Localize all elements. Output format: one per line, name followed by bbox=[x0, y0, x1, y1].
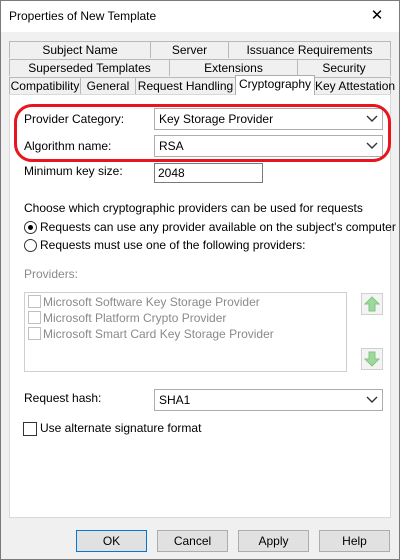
tab-issuance-requirements[interactable]: Issuance Requirements bbox=[228, 41, 391, 58]
tab-server[interactable]: Server bbox=[150, 41, 229, 58]
radio-any-provider-label[interactable]: Requests can use any provider available … bbox=[40, 220, 396, 234]
arrow-down-icon bbox=[363, 351, 381, 367]
window-title: Properties of New Template bbox=[9, 9, 157, 23]
move-up-button bbox=[361, 293, 383, 315]
minimum-key-size-label: Minimum key size: bbox=[24, 164, 123, 178]
chevron-down-icon bbox=[366, 390, 378, 410]
provider-item-label: Microsoft Smart Card Key Storage Provide… bbox=[43, 327, 274, 341]
providers-list: Microsoft Software Key Storage Provider … bbox=[24, 292, 347, 372]
provider-item-label: Microsoft Software Key Storage Provider bbox=[43, 295, 260, 309]
choose-providers-text: Choose which cryptographic providers can… bbox=[24, 201, 363, 215]
tab-superseded-templates[interactable]: Superseded Templates bbox=[9, 59, 170, 76]
title-bar: Properties of New Template ✕ bbox=[1, 1, 399, 32]
checkbox bbox=[28, 311, 41, 324]
providers-label: Providers: bbox=[24, 267, 79, 281]
radio-specific-providers-label[interactable]: Requests must use one of the following p… bbox=[40, 238, 305, 252]
alternate-signature-label[interactable]: Use alternate signature format bbox=[40, 421, 201, 435]
arrow-up-icon bbox=[363, 296, 381, 312]
provider-item: Microsoft Platform Crypto Provider bbox=[28, 311, 226, 327]
tab-compatibility[interactable]: Compatibility bbox=[9, 77, 81, 94]
ok-button[interactable]: OK bbox=[76, 530, 147, 552]
tab-cryptography[interactable]: Cryptography bbox=[235, 75, 315, 95]
tab-general[interactable]: General bbox=[80, 77, 136, 94]
provider-item: Microsoft Software Key Storage Provider bbox=[28, 295, 260, 311]
close-icon[interactable]: ✕ bbox=[355, 1, 399, 32]
tab-row-3: Compatibility General Request Handling C… bbox=[9, 75, 395, 95]
tab-request-handling[interactable]: Request Handling bbox=[135, 77, 236, 94]
move-down-button bbox=[361, 348, 383, 370]
help-button[interactable]: Help bbox=[319, 530, 390, 552]
request-hash-value: SHA1 bbox=[159, 393, 191, 407]
alternate-signature-checkbox[interactable] bbox=[23, 422, 37, 436]
tab-extensions[interactable]: Extensions bbox=[169, 59, 298, 76]
tab-key-attestation[interactable]: Key Attestation bbox=[314, 77, 395, 94]
checkbox bbox=[28, 327, 41, 340]
request-hash-select[interactable]: SHA1 bbox=[154, 389, 383, 411]
request-hash-label: Request hash: bbox=[24, 391, 102, 405]
tab-row-2: Superseded Templates Extensions Security bbox=[9, 59, 391, 77]
cancel-button[interactable]: Cancel bbox=[157, 530, 228, 552]
checkbox bbox=[28, 295, 41, 308]
tab-subject-name[interactable]: Subject Name bbox=[9, 41, 151, 58]
minimum-key-size-input[interactable]: 2048 bbox=[154, 163, 263, 183]
tab-row-1: Subject Name Server Issuance Requirement… bbox=[9, 41, 391, 59]
radio-specific-providers[interactable] bbox=[24, 239, 37, 252]
tab-security[interactable]: Security bbox=[297, 59, 391, 76]
apply-button[interactable]: Apply bbox=[238, 530, 309, 552]
radio-selected-dot bbox=[28, 225, 33, 230]
highlight-annotation bbox=[14, 104, 391, 162]
radio-any-provider[interactable] bbox=[24, 221, 37, 234]
provider-item-label: Microsoft Platform Crypto Provider bbox=[43, 311, 227, 325]
provider-item: Microsoft Smart Card Key Storage Provide… bbox=[28, 327, 274, 343]
